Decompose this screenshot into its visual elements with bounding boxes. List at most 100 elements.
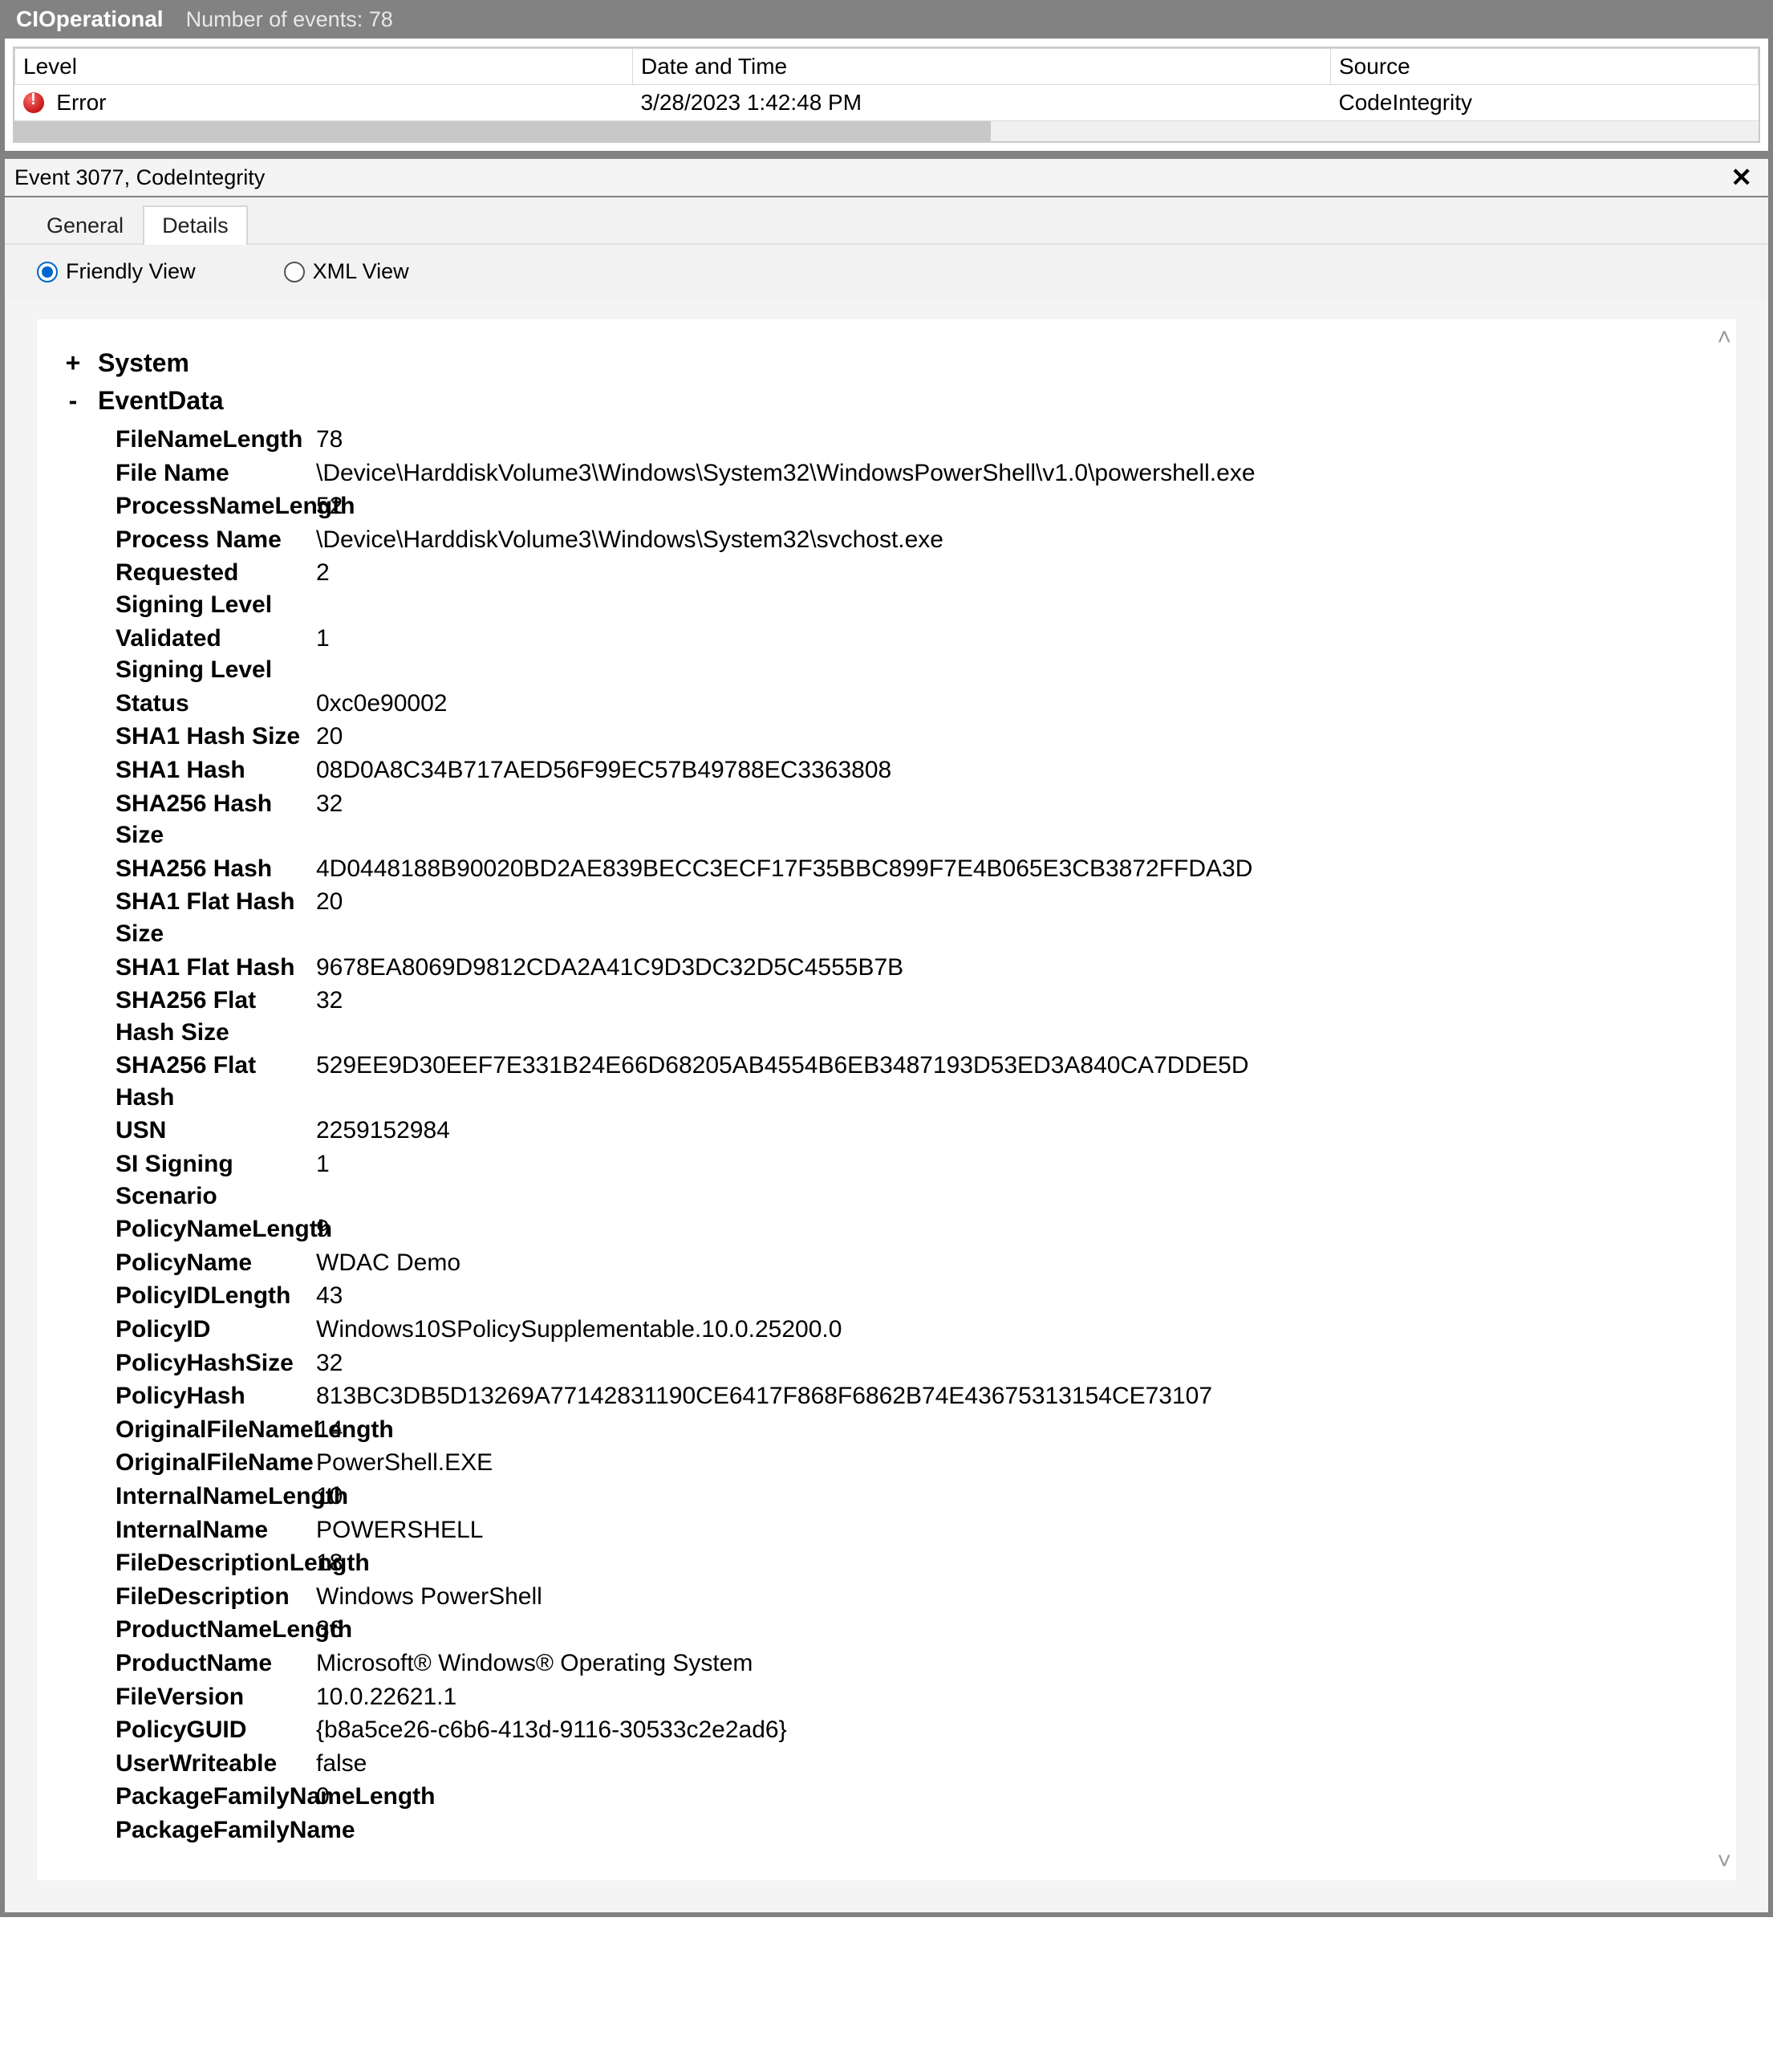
tabs-row: General Details — [5, 197, 1768, 245]
eventdata-row: ProcessNameLength52 — [116, 490, 1714, 522]
field-name: InternalNameLength — [116, 1481, 316, 1513]
tab-general[interactable]: General — [27, 205, 143, 245]
field-value: 32 — [316, 985, 343, 1048]
view-mode-row: Friendly View XML View — [5, 245, 1768, 299]
eventdata-row: Process Name\Device\HarddiskVolume3\Wind… — [116, 524, 1714, 556]
eventdata-row: SHA256 Hash4D0448188B90020BD2AE839BECC3E… — [116, 853, 1714, 885]
field-name: File Name — [116, 457, 316, 490]
field-value: 10.0.22621.1 — [316, 1681, 456, 1713]
eventdata-row: InternalNameLength10 — [116, 1481, 1714, 1513]
eventdata-row: USN2259152984 — [116, 1115, 1714, 1147]
eventdata-row: SI Signing Scenario1 — [116, 1148, 1714, 1212]
eventdata-row: SHA256 Flat Hash529EE9D30EEF7E331B24E66D… — [116, 1050, 1714, 1113]
eventdata-row: OriginalFileNamePowerShell.EXE — [116, 1447, 1714, 1479]
field-value: PowerShell.EXE — [316, 1447, 493, 1479]
node-system-label: System — [98, 348, 189, 378]
horizontal-scrollbar[interactable] — [14, 120, 1759, 141]
cell-source: CodeIntegrity — [1331, 85, 1759, 121]
expand-icon[interactable]: + — [63, 348, 83, 378]
field-name: PolicyID — [116, 1314, 316, 1346]
field-value: Microsoft® Windows® Operating System — [316, 1647, 753, 1680]
field-name: PolicyIDLength — [116, 1280, 316, 1312]
eventdata-row: SHA1 Flat Hash9678EA8069D9812CDA2A41C9D3… — [116, 952, 1714, 984]
collapse-icon[interactable]: - — [63, 386, 83, 416]
node-eventdata[interactable]: - EventData — [63, 386, 1714, 416]
eventdata-row: PolicyNameWDAC Demo — [116, 1247, 1714, 1279]
eventdata-row: Status0xc0e90002 — [116, 688, 1714, 720]
table-header-row: Level Date and Time Source — [15, 49, 1759, 85]
field-value: \Device\HarddiskVolume3\Windows\System32… — [316, 524, 943, 556]
eventdata-row: SHA256 Hash Size32 — [116, 788, 1714, 851]
field-name: USN — [116, 1115, 316, 1147]
field-name: Process Name — [116, 524, 316, 556]
field-name: FileVersion — [116, 1681, 316, 1713]
eventdata-row: PolicyIDWindows10SPolicySupplementable.1… — [116, 1314, 1714, 1346]
field-value: WDAC Demo — [316, 1247, 460, 1279]
field-name: PolicyGUID — [116, 1714, 316, 1746]
radio-xml-view[interactable]: XML View — [284, 259, 409, 284]
details-header: Event 3077, CodeIntegrity ✕ — [5, 159, 1768, 197]
col-level[interactable]: Level — [15, 49, 633, 85]
eventdata-row: InternalNamePOWERSHELL — [116, 1514, 1714, 1546]
field-name: SI Signing Scenario — [116, 1148, 316, 1212]
close-icon[interactable]: ✕ — [1724, 162, 1759, 193]
node-eventdata-label: EventData — [98, 386, 224, 416]
event-list-area: Level Date and Time Source Error 3/28/20… — [5, 39, 1768, 143]
event-details-pane: Event 3077, CodeIntegrity ✕ General Deta… — [5, 159, 1768, 1912]
eventdata-row: OriginalFileNameLength14 — [116, 1414, 1714, 1446]
scroll-up-icon[interactable]: ˄ — [1717, 324, 1731, 351]
radio-dot-icon — [284, 262, 305, 282]
field-value: 2 — [316, 557, 330, 620]
eventdata-row: SHA1 Hash Size20 — [116, 721, 1714, 753]
eventdata-row: PolicyNameLength9 — [116, 1213, 1714, 1245]
eventdata-row: PolicyGUID{b8a5ce26-c6b6-413d-9116-30533… — [116, 1714, 1714, 1746]
col-datetime[interactable]: Date and Time — [633, 49, 1331, 85]
tab-details[interactable]: Details — [143, 205, 248, 245]
node-system[interactable]: + System — [63, 348, 1714, 378]
field-value: 10 — [316, 1481, 343, 1513]
eventdata-row: PolicyHash813BC3DB5D13269A77142831190CE6… — [116, 1380, 1714, 1412]
radio-dot-icon — [37, 262, 58, 282]
field-name: OriginalFileNameLength — [116, 1414, 316, 1446]
field-value: 813BC3DB5D13269A77142831190CE6417F868F68… — [316, 1380, 1212, 1412]
scroll-down-icon[interactable]: ˅ — [1717, 1848, 1731, 1875]
field-name: ProductName — [116, 1647, 316, 1680]
radio-friendly-view[interactable]: Friendly View — [37, 259, 196, 284]
field-value: 52 — [316, 490, 343, 522]
field-name: PackageFamilyName — [116, 1814, 316, 1847]
field-value: false — [316, 1748, 367, 1780]
error-icon — [23, 92, 44, 113]
col-source[interactable]: Source — [1331, 49, 1759, 85]
scrollbar-thumb[interactable] — [14, 121, 991, 141]
table-row[interactable]: Error 3/28/2023 1:42:48 PM CodeIntegrity — [15, 85, 1759, 121]
field-value: \Device\HarddiskVolume3\Windows\System32… — [316, 457, 1256, 490]
field-name: PackageFamilyNameLength — [116, 1781, 316, 1813]
field-name: InternalName — [116, 1514, 316, 1546]
field-name: SHA256 Hash Size — [116, 788, 316, 851]
field-value: {b8a5ce26-c6b6-413d-9116-30533c2e2ad6} — [316, 1714, 787, 1746]
radio-xml-label: XML View — [313, 259, 409, 284]
eventdata-fields: FileNameLength78File Name\Device\Harddis… — [116, 424, 1714, 1847]
field-value: Windows PowerShell — [316, 1581, 542, 1613]
field-name: Status — [116, 688, 316, 720]
field-value: 2259152984 — [316, 1115, 450, 1147]
eventdata-row: ProductNameMicrosoft® Windows® Operating… — [116, 1647, 1714, 1680]
field-value: 529EE9D30EEF7E331B24E66D68205AB4554B6EB3… — [316, 1050, 1249, 1113]
details-card: ˄ ˅ + System - EventData FileNameLength7… — [37, 319, 1736, 1880]
field-name: UserWriteable — [116, 1748, 316, 1780]
field-name: SHA1 Flat Hash — [116, 952, 316, 984]
field-value: 08D0A8C34B717AED56F99EC57B49788EC3363808 — [316, 754, 891, 786]
field-value: 32 — [316, 1347, 343, 1379]
field-name: ProcessNameLength — [116, 490, 316, 522]
cell-datetime: 3/28/2023 1:42:48 PM — [633, 85, 1331, 121]
eventdata-row: FileDescriptionWindows PowerShell — [116, 1581, 1714, 1613]
field-name: SHA1 Flat Hash Size — [116, 886, 316, 949]
field-value: 78 — [316, 424, 343, 456]
field-value: 1 — [316, 623, 330, 686]
field-name: SHA1 Hash Size — [116, 721, 316, 753]
eventdata-row: PolicyHashSize32 — [116, 1347, 1714, 1379]
eventdata-row: Requested Signing Level2 — [116, 557, 1714, 620]
field-name: SHA256 Hash — [116, 853, 316, 885]
field-value: 1 — [316, 1148, 330, 1212]
field-name: ProductNameLength — [116, 1614, 316, 1646]
